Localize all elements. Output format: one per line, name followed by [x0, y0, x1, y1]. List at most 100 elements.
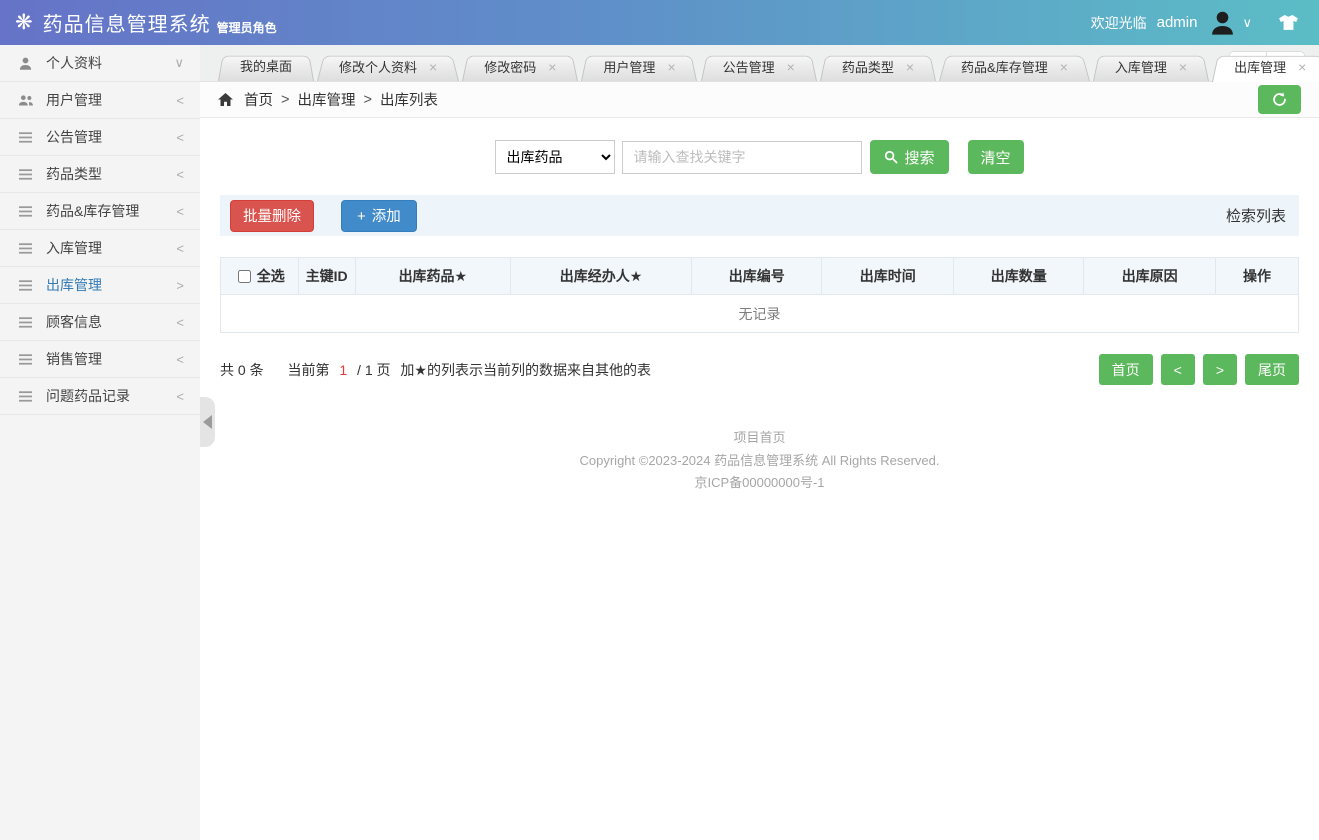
sidebar-item-label: 出库管理 [46, 275, 176, 295]
sidebar-item-announcements[interactable]: 公告管理 < [0, 119, 200, 156]
tab-user-management[interactable]: 用户管理 × [581, 53, 697, 81]
sidebar-collapse-handle[interactable] [200, 397, 215, 447]
sidebar-item-customers[interactable]: 顾客信息 < [0, 304, 200, 341]
sidebar-item-outbound[interactable]: 出库管理 > [0, 267, 200, 304]
sidebar-item-users[interactable]: 用户管理 < [0, 82, 200, 119]
column-header-actions: 操作 [1215, 258, 1298, 295]
close-icon[interactable]: × [1298, 59, 1306, 75]
close-icon[interactable]: × [906, 59, 914, 75]
breadcrumb: 首页 > 出库管理 > 出库列表 [200, 82, 1319, 118]
tab-drug-inventory[interactable]: 药品&库存管理 × [939, 53, 1090, 81]
select-all-checkbox[interactable] [238, 270, 251, 283]
next-page-button[interactable]: > [1203, 354, 1237, 385]
tab-label: 药品&库存管理 [961, 60, 1048, 75]
close-icon[interactable]: × [548, 59, 556, 75]
breadcrumb-separator: > [363, 92, 371, 108]
sidebar-item-drug-inventory[interactable]: 药品&库存管理 < [0, 193, 200, 230]
sidebar-item-sales[interactable]: 销售管理 < [0, 341, 200, 378]
table-empty-row: 无记录 [221, 295, 1299, 333]
sidebar-item-profile[interactable]: 个人资料 ∨ [0, 45, 200, 82]
column-header-reason: 出库原因 [1084, 258, 1216, 295]
page-footer: 项目首页 Copyright ©2023-2024 药品信息管理系统 All R… [220, 427, 1299, 535]
close-icon[interactable]: × [787, 59, 795, 75]
last-page-button[interactable]: 尾页 [1245, 354, 1299, 385]
list-title: 检索列表 [1226, 205, 1289, 226]
sidebar-item-label: 顾客信息 [46, 312, 176, 332]
search-button-label: 搜索 [904, 147, 934, 168]
close-icon[interactable]: × [1060, 59, 1068, 75]
user-area: 欢迎光临 admin ∨ [1091, 9, 1299, 36]
gear-logo-icon: ❋ [15, 10, 33, 35]
search-row: 出库药品 搜索 清空 [220, 140, 1299, 174]
tab-announcements[interactable]: 公告管理 × [701, 53, 817, 81]
chevron-right-icon: > [176, 278, 184, 293]
users-icon [18, 94, 42, 107]
close-icon[interactable]: × [1179, 59, 1187, 75]
column-header-id: 主键ID [298, 258, 355, 295]
sidebar-item-problem-drugs[interactable]: 问题药品记录 < [0, 378, 200, 415]
chevron-left-icon: < [176, 93, 184, 108]
tab-label: 用户管理 [603, 60, 655, 75]
search-button[interactable]: 搜索 [870, 140, 948, 174]
first-page-button[interactable]: 首页 [1099, 354, 1153, 385]
chevron-left-icon: < [176, 167, 184, 182]
app-title: 药品信息管理系统 [43, 8, 211, 37]
brand: ❋ 药品信息管理系统 管理员角色 [15, 8, 277, 37]
app-header: ❋ 药品信息管理系统 管理员角色 欢迎光临 admin ∨ [0, 0, 1319, 45]
star-note: 加★的列表示当前列的数据来自其他的表 [400, 362, 651, 378]
breadcrumb-section[interactable]: 出库管理 [297, 89, 355, 110]
column-header-quantity: 出库数量 [954, 258, 1084, 295]
list-icon [18, 316, 42, 329]
tab-drug-types[interactable]: 药品类型× [820, 53, 936, 81]
current-page-prefix: 当前第 [287, 362, 329, 378]
prev-page-button[interactable]: < [1161, 354, 1195, 385]
outbound-table: 全选 主键ID 出库药品★ 出库经办人★ 出库编号 出库时间 出库数量 出库原因… [220, 257, 1299, 333]
batch-delete-button[interactable]: 批量删除 [230, 200, 314, 232]
close-icon[interactable]: × [429, 59, 437, 75]
list-icon [18, 131, 42, 144]
search-input[interactable] [622, 141, 862, 174]
chevron-left-icon: < [176, 241, 184, 256]
pagination-buttons: 首页 < > 尾页 [1099, 354, 1299, 385]
table-header-row: 全选 主键ID 出库药品★ 出库经办人★ 出库编号 出库时间 出库数量 出库原因… [221, 258, 1299, 295]
clear-button[interactable]: 清空 [968, 140, 1024, 174]
breadcrumb-home[interactable]: 首页 [244, 89, 273, 110]
triangle-left-icon [203, 415, 212, 429]
column-header-time: 出库时间 [822, 258, 954, 295]
current-page-suffix: / 1 页 [357, 362, 390, 378]
sidebar-item-label: 用户管理 [46, 90, 176, 110]
chevron-left-icon: < [176, 315, 184, 330]
tab-outbound[interactable]: 出库管理× [1212, 53, 1319, 82]
chevron-left-icon: < [176, 130, 184, 145]
content-area: 出库药品 搜索 清空 批量删除 +添加 检索列表 [200, 118, 1319, 840]
chevron-down-icon: ∨ [174, 55, 184, 71]
theme-shirt-icon[interactable] [1278, 14, 1299, 31]
select-all-header: 全选 [221, 258, 299, 295]
user-avatar-icon[interactable] [1209, 9, 1236, 36]
sidebar-item-inbound[interactable]: 入库管理 < [0, 230, 200, 267]
current-page-number: 1 [339, 362, 347, 378]
add-button[interactable]: +添加 [341, 200, 417, 232]
plus-icon: + [357, 208, 366, 225]
tab-change-password[interactable]: 修改密码× [462, 53, 578, 81]
refresh-button[interactable] [1258, 85, 1301, 114]
footer-project-link[interactable]: 项目首页 [220, 427, 1299, 450]
search-field-select[interactable]: 出库药品 [495, 140, 615, 174]
sidebar-item-label: 问题药品记录 [46, 386, 176, 406]
tab-label: 修改个人资料 [339, 60, 417, 75]
empty-message: 无记录 [221, 295, 1299, 333]
column-header-number: 出库编号 [692, 258, 822, 295]
chevron-down-icon[interactable]: ∨ [1242, 15, 1252, 31]
tab-label: 公告管理 [723, 60, 775, 75]
tab-edit-profile[interactable]: 修改个人资料 × [317, 53, 459, 81]
close-icon[interactable]: × [667, 59, 675, 75]
list-icon [18, 168, 42, 181]
sidebar-item-drug-types[interactable]: 药品类型 < [0, 156, 200, 193]
tab-inbound[interactable]: 入库管理× [1093, 53, 1209, 81]
breadcrumb-separator: > [281, 92, 289, 108]
tab-my-desktop[interactable]: 我的桌面 [218, 53, 314, 81]
sidebar-item-label: 药品&库存管理 [46, 201, 176, 221]
list-icon [18, 279, 42, 292]
sidebar: 个人资料 ∨ 用户管理 < 公告管理 < 药品类型 < 药品&库存管理 < 入库… [0, 45, 200, 840]
pagination-info: 共 0 条 当前第 1 / 1 页 加★的列表示当前列的数据来自其他的表 [220, 360, 657, 380]
